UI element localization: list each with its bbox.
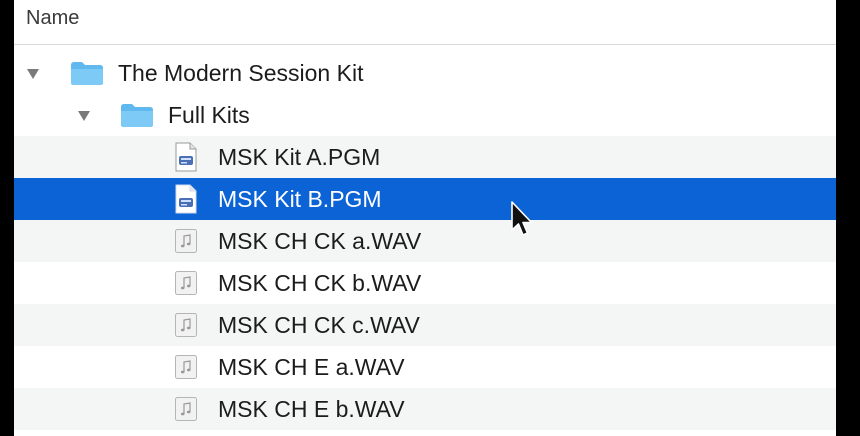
file-row-msk-kit-a[interactable]: MSK Kit A.PGM bbox=[14, 136, 836, 178]
row-label: MSK CH CK a.WAV bbox=[218, 228, 422, 254]
disclosure-triangle-down-icon[interactable] bbox=[27, 69, 39, 79]
row-label: MSK CH E a.WAV bbox=[218, 354, 405, 380]
row-label: The Modern Session Kit bbox=[118, 60, 364, 86]
audio-file-icon bbox=[175, 229, 197, 253]
mouse-pointer-icon bbox=[511, 201, 533, 236]
row-label: MSK CH E b.WAV bbox=[218, 396, 405, 422]
audio-file-icon bbox=[175, 271, 197, 295]
document-pgm-icon bbox=[175, 184, 197, 214]
folder-icon bbox=[121, 104, 153, 127]
file-row-msk-kit-b[interactable]: MSK Kit B.PGM bbox=[14, 178, 836, 220]
folder-row-modern-session-kit[interactable]: The Modern Session Kit bbox=[14, 52, 836, 94]
file-row-msk-ch-e-a[interactable]: MSK CH E a.WAV bbox=[14, 346, 836, 388]
audio-file-icon bbox=[175, 397, 197, 421]
folder-icon bbox=[71, 62, 103, 85]
document-pgm-icon bbox=[175, 142, 197, 172]
row-label: Full Kits bbox=[168, 102, 250, 128]
file-row-msk-ch-ck-c[interactable]: MSK CH CK c.WAV bbox=[14, 304, 836, 346]
file-browser-list: Name The Modern Session Kit Full Kits MS… bbox=[14, 0, 836, 436]
audio-file-icon bbox=[175, 313, 197, 337]
file-row-msk-ch-ck-b[interactable]: MSK CH CK b.WAV bbox=[14, 262, 836, 304]
row-label: MSK Kit B.PGM bbox=[218, 186, 382, 212]
folder-row-full-kits[interactable]: Full Kits bbox=[14, 94, 836, 136]
file-row-msk-ch-e-b[interactable]: MSK CH E b.WAV bbox=[14, 388, 836, 430]
audio-file-icon bbox=[175, 355, 197, 379]
column-header-name: Name bbox=[26, 7, 80, 29]
file-row-msk-ch-ck-a[interactable]: MSK CH CK a.WAV bbox=[14, 220, 836, 262]
row-label: MSK Kit A.PGM bbox=[218, 144, 381, 170]
row-label: MSK CH CK b.WAV bbox=[218, 270, 422, 296]
disclosure-triangle-down-icon[interactable] bbox=[78, 111, 90, 121]
row-label: MSK CH CK c.WAV bbox=[218, 312, 420, 338]
column-header[interactable]: Name bbox=[14, 0, 836, 45]
